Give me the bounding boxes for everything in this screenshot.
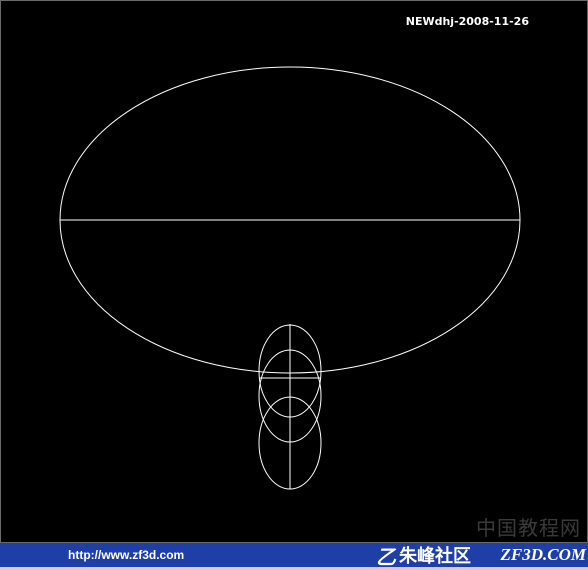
site-watermark: 中国教程网 — [476, 516, 581, 540]
site-url[interactable]: http://www.zf3d.com — [68, 548, 184, 562]
site-domain[interactable]: ZF3D.COM — [501, 543, 586, 567]
cad-drawing — [59, 66, 521, 490]
author-date-stamp: NEWdhj-2008-11-26 — [405, 15, 529, 28]
footer-banner: http://www.zf3d.com 乙 朱峰社区 ZF3D.COM — [0, 543, 588, 569]
logo-text: 朱峰社区 — [399, 546, 471, 567]
drawing-viewport[interactable]: NEWdhj-2008-11-26 中国教程网 — [0, 0, 588, 543]
community-logo: 乙 朱峰社区 — [376, 543, 471, 569]
logo-mark-icon: 乙 — [376, 544, 396, 569]
